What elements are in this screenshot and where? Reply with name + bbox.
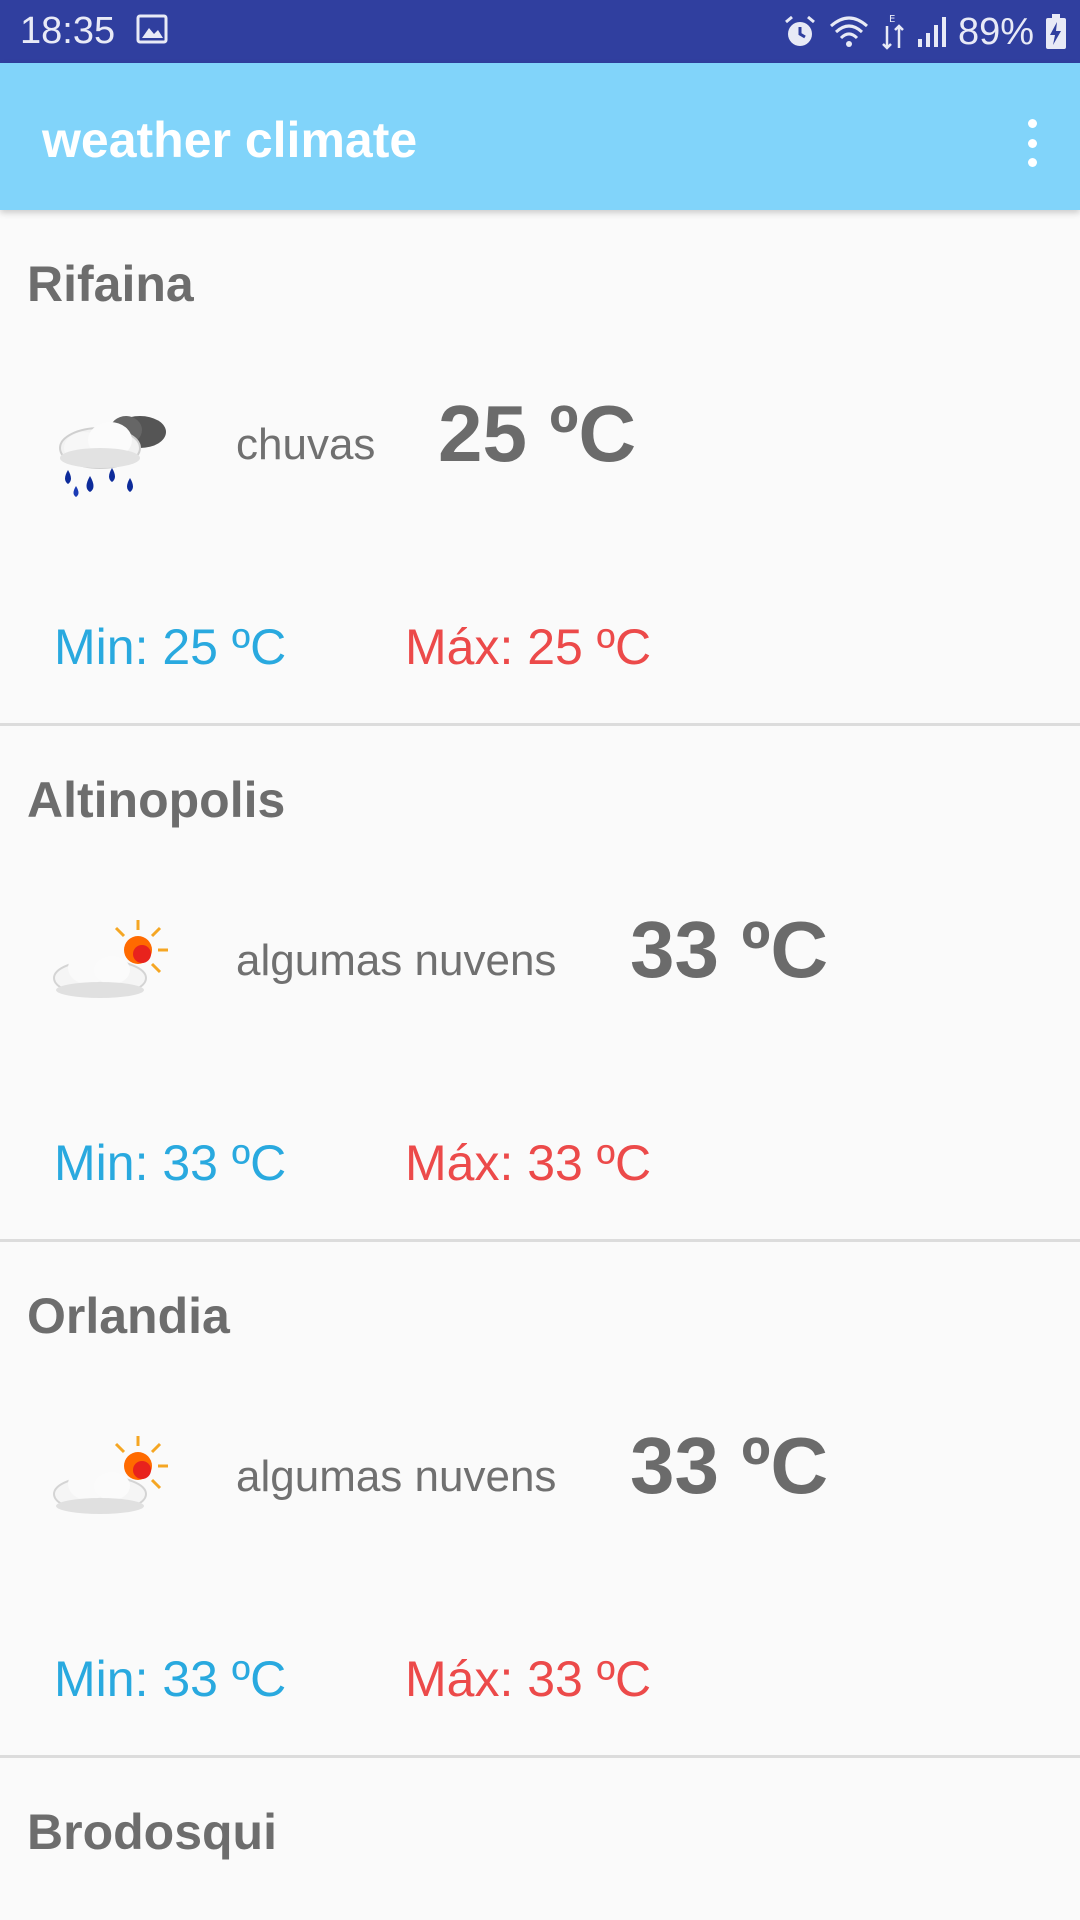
partly-cloudy-icon: [53, 920, 168, 998]
min-temperature: Min: 33 ºC: [54, 1651, 287, 1707]
wifi-icon: [829, 16, 868, 47]
city-card-brodosqui[interactable]: Brodosqui: [0, 1758, 1080, 1888]
overflow-menu-icon[interactable]: [1010, 113, 1054, 173]
image-icon: [136, 14, 168, 44]
max-temperature: Máx: 33 ºC: [405, 1135, 652, 1191]
status-icons: E 89%: [772, 8, 1068, 56]
city-card-altinopolis[interactable]: Altinopolis algumas nuvens 33 ºC Min: 33…: [0, 726, 1080, 1242]
status-bar: 18:35 E 89%: [0, 0, 1080, 63]
data-transfer-icon: E: [882, 14, 904, 50]
city-card-orlandia[interactable]: Orlandia algumas nuvens 33 ºC Min: 33 ºC…: [0, 1242, 1080, 1758]
min-temperature: Min: 33 ºC: [54, 1135, 287, 1191]
city-card-rifaina[interactable]: Rifaina chuvas 25 ºC Min: 25 ºC Máx: 25 …: [0, 210, 1080, 726]
max-temperature: Máx: 33 ºC: [405, 1651, 652, 1707]
city-name: Orlandia: [27, 1288, 230, 1344]
status-time: 18:35: [20, 10, 116, 52]
city-list: Rifaina chuvas 25 ºC Min: 25 ºC Máx: 25 …: [0, 210, 1080, 1888]
alarm-icon: [784, 15, 815, 46]
battery-charging-icon: [1046, 14, 1066, 49]
rain-cloud-icon: [59, 416, 166, 497]
app-bar: weather climate: [0, 63, 1080, 210]
battery-percent: 89%: [957, 10, 1034, 53]
city-name: Altinopolis: [27, 772, 286, 828]
weather-condition: algumas nuvens: [236, 936, 557, 985]
signal-icon: [917, 17, 946, 47]
svg-text:E: E: [889, 14, 895, 25]
current-temperature: 33 ºC: [630, 1421, 829, 1510]
partly-cloudy-icon: [53, 1436, 168, 1514]
current-temperature: 25 ºC: [438, 389, 637, 478]
app-title: weather climate: [42, 112, 418, 168]
city-name: Brodosqui: [27, 1804, 277, 1860]
min-temperature: Min: 25 ºC: [54, 619, 287, 675]
city-name: Rifaina: [27, 256, 194, 312]
weather-condition: algumas nuvens: [236, 1452, 557, 1501]
weather-condition: chuvas: [236, 420, 376, 469]
current-temperature: 33 ºC: [630, 905, 829, 994]
max-temperature: Máx: 25 ºC: [405, 619, 652, 675]
